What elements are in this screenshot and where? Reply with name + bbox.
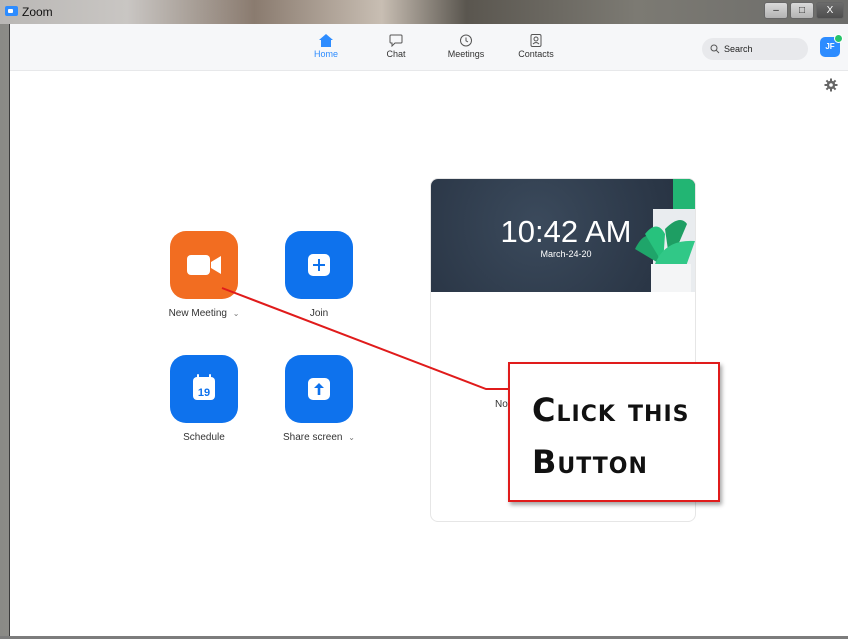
annotation-line-1: Click this [532, 391, 690, 429]
annotation-callout: Click this Button [508, 362, 720, 502]
annotation-text: Click this Button [532, 384, 712, 488]
annotation-arrow [221, 287, 510, 390]
annotation-line-2: Button [532, 443, 648, 481]
